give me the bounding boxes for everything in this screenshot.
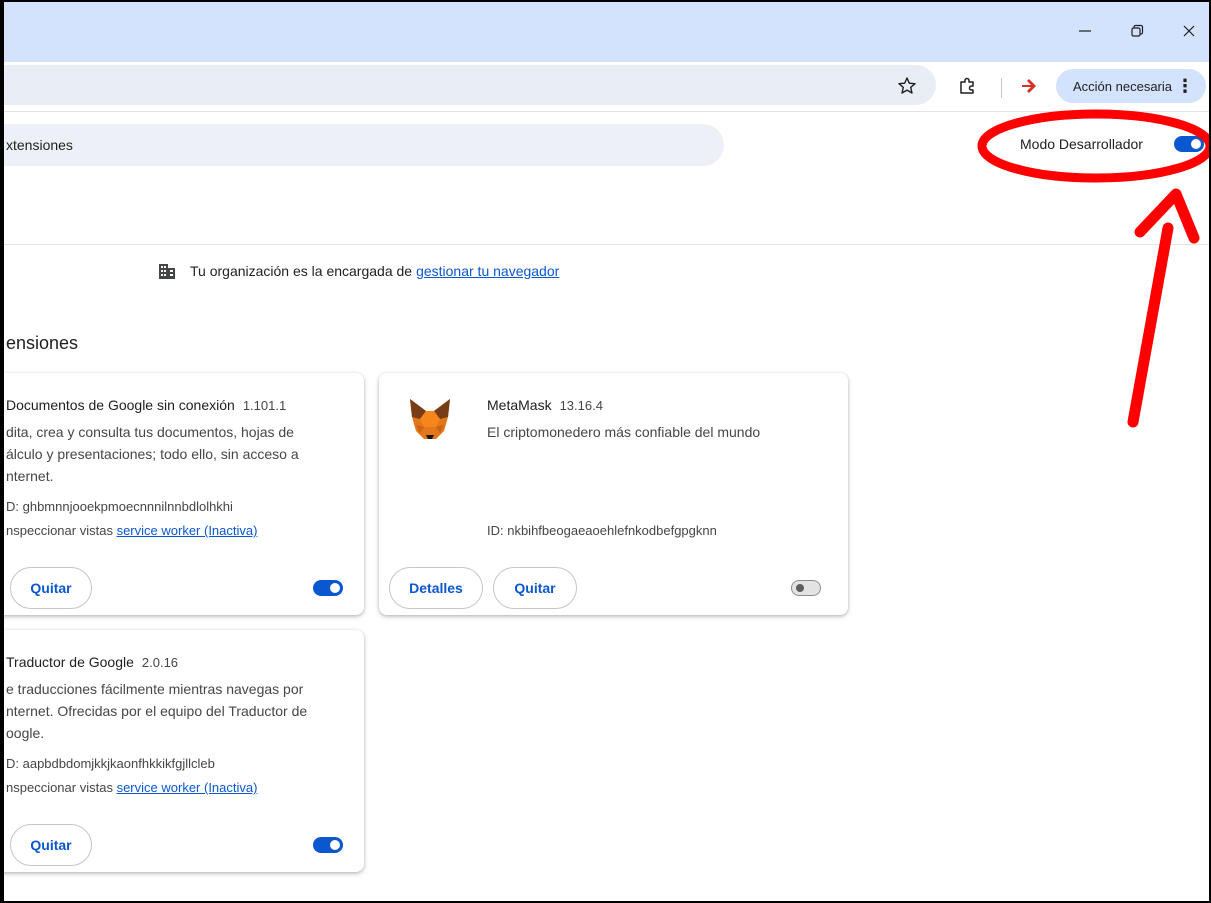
extension-enable-toggle[interactable] [791, 580, 821, 596]
browser-toolbar: Acción necesaria ⋮ [0, 62, 1211, 112]
minimize-button[interactable] [1062, 14, 1108, 48]
annotation-arrow-head [1134, 188, 1200, 244]
details-button[interactable]: Detalles [389, 567, 483, 609]
screenshot-border-top [0, 0, 1211, 2]
inspect-views: nspeccionar vistas service worker (Inact… [6, 523, 258, 538]
profile-extension-button[interactable] [1018, 75, 1040, 97]
search-extensions-input[interactable]: xtensiones [0, 124, 724, 166]
extensions-button[interactable] [956, 75, 978, 97]
section-title: ensiones [6, 333, 79, 353]
extension-enable-toggle[interactable] [313, 580, 343, 596]
red-arrow-diamond-icon [1022, 79, 1036, 93]
building-icon [159, 264, 175, 279]
star-icon [898, 77, 916, 94]
restore-icon [1131, 24, 1144, 37]
extension-name: MetaMask 13.16.4 [487, 397, 603, 413]
restore-button[interactable] [1114, 14, 1160, 48]
managed-notice-text: Tu organización es la encargada de [190, 263, 413, 279]
metamask-fox-icon [410, 399, 450, 439]
title-bar [0, 0, 1211, 62]
remove-button[interactable]: Quitar [493, 567, 577, 609]
manage-browser-link[interactable]: gestionar tu navegador [416, 263, 559, 279]
bookmark-star-button[interactable] [896, 75, 918, 97]
remove-button[interactable]: Quitar [10, 567, 92, 609]
annotation-arrow-shaft [1127, 222, 1174, 428]
inspect-views: nspeccionar vistas service worker (Inact… [6, 780, 258, 795]
managed-browser-notice: Tu organización es la encargada de gesti… [158, 262, 559, 280]
extension-name: Documentos de Google sin conexión 1.101.1 [6, 397, 287, 413]
search-placeholder: xtensiones [6, 137, 73, 153]
extension-description: El criptomonedero más confiable del mund… [487, 424, 761, 440]
extension-description: dita, crea y consulta tus documentos, ho… [6, 424, 299, 484]
action-required-label: Acción necesaria [1073, 78, 1172, 94]
developer-mode-label: Modo Desarrollador [1020, 136, 1143, 152]
extension-name: Traductor de Google 2.0.16 [6, 654, 179, 670]
extension-id: D: ghbmnnjooekpmoecnnnilnnbdlolhkhi [6, 499, 233, 514]
close-window-button[interactable] [1166, 14, 1211, 48]
extension-enable-toggle[interactable] [313, 837, 343, 853]
screenshot-border-left [0, 0, 4, 903]
puzzle-icon [960, 77, 974, 94]
more-vert-icon: ⋮ [1176, 76, 1194, 96]
service-worker-link[interactable]: service worker (Inactiva) [117, 523, 258, 538]
extension-description: e traducciones fácilmente mientras naveg… [6, 681, 308, 741]
action-required-button[interactable]: Acción necesaria ⋮ [1056, 69, 1206, 103]
developer-mode-toggle[interactable] [1174, 136, 1204, 152]
extension-card-google-translate: Traductor de Google 2.0.16 e traducciones… [0, 630, 364, 872]
service-worker-link[interactable]: service worker (Inactiva) [117, 780, 258, 795]
minimize-icon [1079, 30, 1091, 32]
toolbar-separator [1001, 78, 1002, 98]
header-divider [0, 244, 1211, 245]
address-bar[interactable] [0, 65, 936, 105]
extension-id: D: aapbdbdomjkkjkaonfhkkikfgjllcleb [6, 756, 215, 771]
close-icon [1183, 25, 1195, 37]
extension-id: ID: nkbihfbeogaeaoehlefnkodbefgpgknn [487, 523, 717, 538]
extension-card-docs-offline: Documentos de Google sin conexión 1.101.1… [0, 373, 364, 615]
remove-button[interactable]: Quitar [10, 824, 92, 866]
